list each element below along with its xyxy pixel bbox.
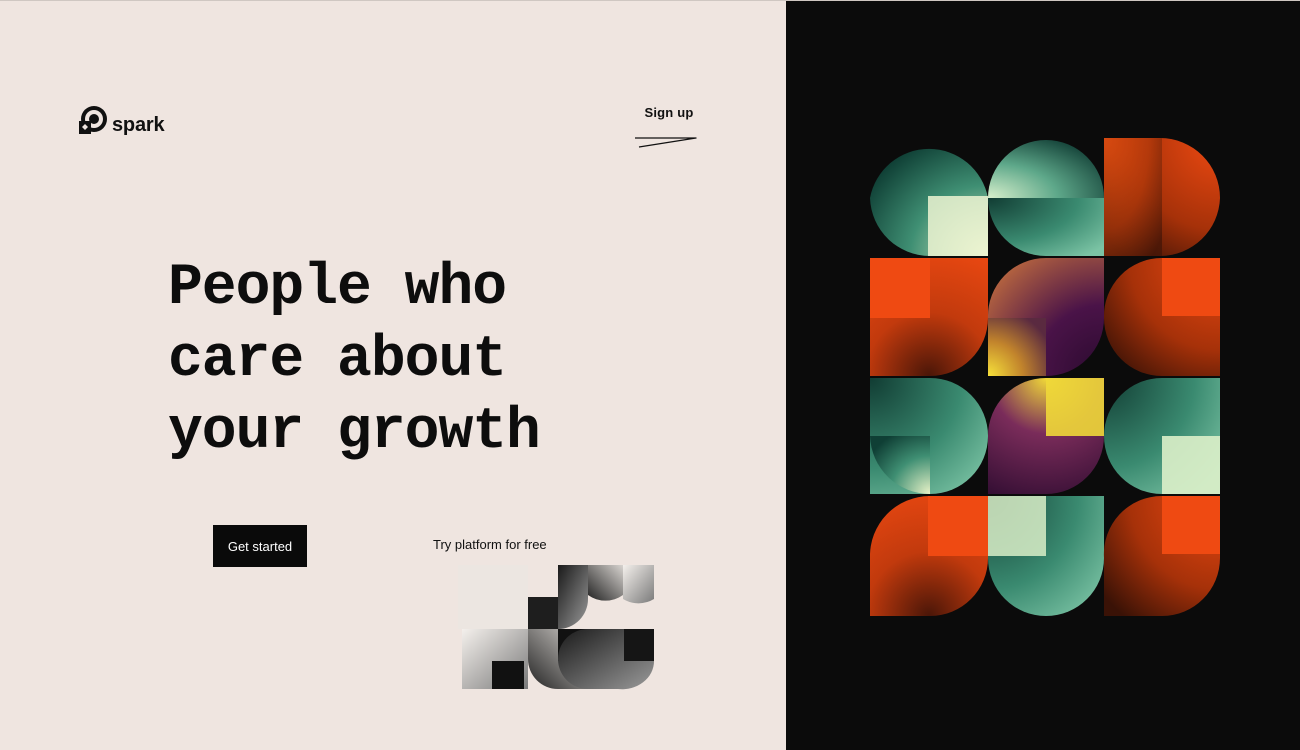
get-started-button[interactable]: Get started	[213, 525, 307, 567]
signup-link[interactable]: Sign up	[634, 105, 704, 148]
grayscale-geometric-pattern	[458, 565, 658, 693]
spark-logo-icon	[79, 106, 107, 134]
top-border	[0, 0, 1300, 1]
hero-line: People who	[168, 256, 507, 321]
underline-stroke-icon	[635, 137, 697, 148]
hero-line: your growth	[168, 400, 541, 465]
try-free-link[interactable]: Try platform for free	[433, 537, 547, 552]
hero-line: care about	[168, 328, 507, 393]
colorful-geometric-poster	[870, 138, 1220, 616]
hero-headline: People who care about your growth	[168, 253, 541, 469]
brand-name: spark	[112, 114, 165, 136]
brand-logo[interactable]: spark	[77, 104, 165, 136]
signup-label: Sign up	[644, 105, 694, 120]
